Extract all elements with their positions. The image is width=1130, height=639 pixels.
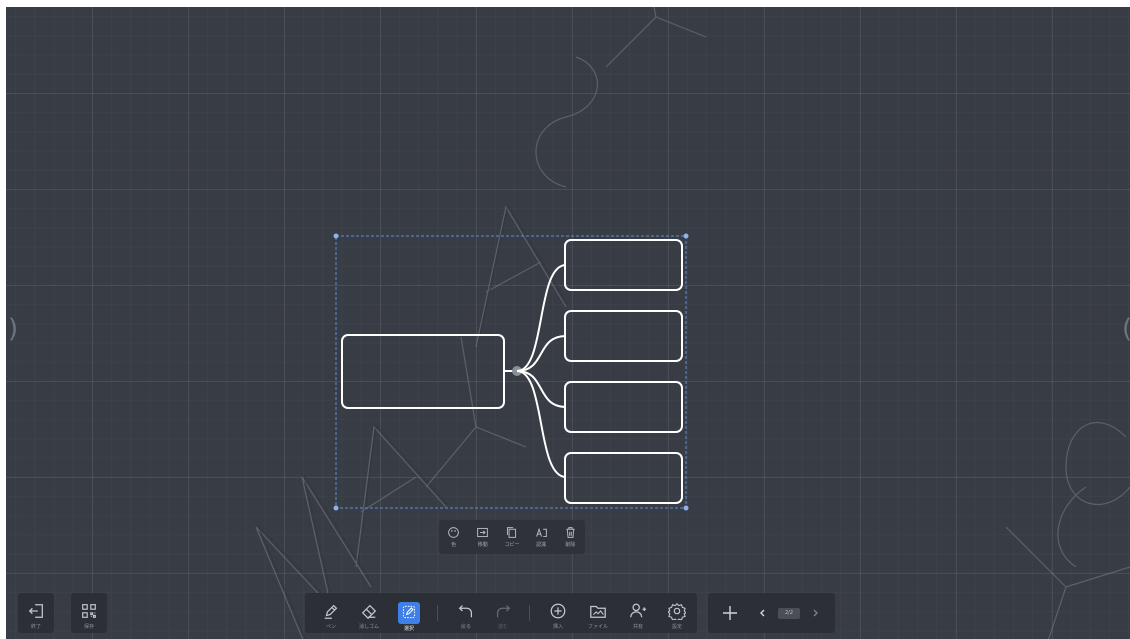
page-indicator: 2/2	[778, 608, 800, 619]
plus-circle-icon	[550, 603, 566, 619]
add-page-icon[interactable]	[722, 605, 738, 621]
pen-label: ペン	[325, 624, 336, 630]
save-panel: 保存	[71, 593, 107, 633]
palette-icon	[448, 527, 459, 538]
branch-line	[516, 370, 567, 408]
move-label: 移動	[477, 542, 488, 548]
pen-icon	[324, 604, 338, 619]
color-label: 色	[451, 542, 457, 548]
settings-label: 設定	[671, 624, 682, 630]
branch-line	[516, 335, 567, 372]
undo-icon	[458, 605, 473, 618]
qr-grid-icon	[82, 604, 96, 618]
selection-handle[interactable]	[333, 505, 339, 511]
redo-label: 進む	[497, 624, 508, 630]
copy-label: コピー	[504, 542, 520, 548]
undo-button[interactable]: 戻る	[448, 593, 484, 633]
undo-label: 戻る	[460, 624, 471, 630]
select-tool[interactable]: 選択	[391, 593, 427, 633]
file-label: ファイル	[587, 624, 608, 630]
save-button[interactable]: 保存	[71, 593, 107, 633]
eraser-tool[interactable]: 消しゴム	[351, 593, 387, 633]
exit-label: 終了	[30, 624, 41, 630]
insert-label: 挿入	[552, 624, 563, 630]
exit-button[interactable]: 終了	[18, 593, 54, 633]
select-label: 選択	[403, 626, 414, 632]
copy-button[interactable]: コピー	[500, 526, 524, 548]
branch-line	[516, 370, 567, 478]
delete-label: 削除	[565, 542, 576, 548]
page-nav-panel: 2/2	[708, 593, 835, 633]
move-button[interactable]: 移動	[471, 526, 495, 548]
chevron-left-icon[interactable]	[758, 608, 768, 618]
eraser-label: 消しゴム	[358, 624, 379, 630]
whiteboard-canvas[interactable]: ) ( 色 移動 コピー	[6, 7, 1130, 639]
save-label: 保存	[83, 624, 94, 630]
folder-icon	[590, 605, 606, 618]
move-icon	[477, 527, 489, 538]
delete-button[interactable]: 削除	[558, 526, 582, 548]
file-button[interactable]: ファイル	[580, 593, 616, 633]
selection-toolbar: 色 移動 コピー 認識 削除	[439, 520, 585, 554]
child-node[interactable]	[564, 381, 683, 433]
eraser-icon	[361, 604, 377, 620]
trash-icon	[566, 527, 575, 538]
central-node[interactable]	[341, 334, 505, 409]
insert-button[interactable]: 挿入	[540, 593, 576, 633]
toolbar-divider	[437, 605, 438, 621]
toolbar-divider	[529, 605, 530, 621]
recognize-button[interactable]: 認識	[529, 526, 553, 548]
selection-handle[interactable]	[333, 233, 339, 239]
child-node[interactable]	[564, 452, 683, 504]
redo-icon	[496, 605, 511, 618]
child-node[interactable]	[564, 239, 683, 291]
selection-handle[interactable]	[683, 505, 689, 511]
copy-icon	[507, 527, 517, 538]
main-toolbar: ペン 消しゴム 選択 戻る 進む 挿入 ファイル 共有 設定	[305, 593, 697, 633]
exit-panel: 終了	[18, 593, 54, 633]
gear-icon	[668, 603, 686, 620]
redo-button[interactable]: 進む	[485, 593, 521, 633]
exit-icon	[28, 604, 43, 618]
lasso-select-icon	[402, 605, 416, 619]
add-user-icon	[630, 603, 647, 618]
pen-tool[interactable]: ペン	[313, 593, 349, 633]
branch-line	[516, 264, 567, 372]
color-button[interactable]: 色	[442, 526, 466, 548]
settings-button[interactable]: 設定	[659, 593, 695, 633]
selection-handle[interactable]	[683, 233, 689, 239]
child-node[interactable]	[564, 310, 683, 362]
share-button[interactable]: 共有	[620, 593, 656, 633]
text-edit-icon	[535, 527, 547, 538]
chevron-right-icon[interactable]	[810, 608, 820, 618]
share-label: 共有	[632, 624, 643, 630]
recognize-label: 認識	[536, 542, 547, 548]
